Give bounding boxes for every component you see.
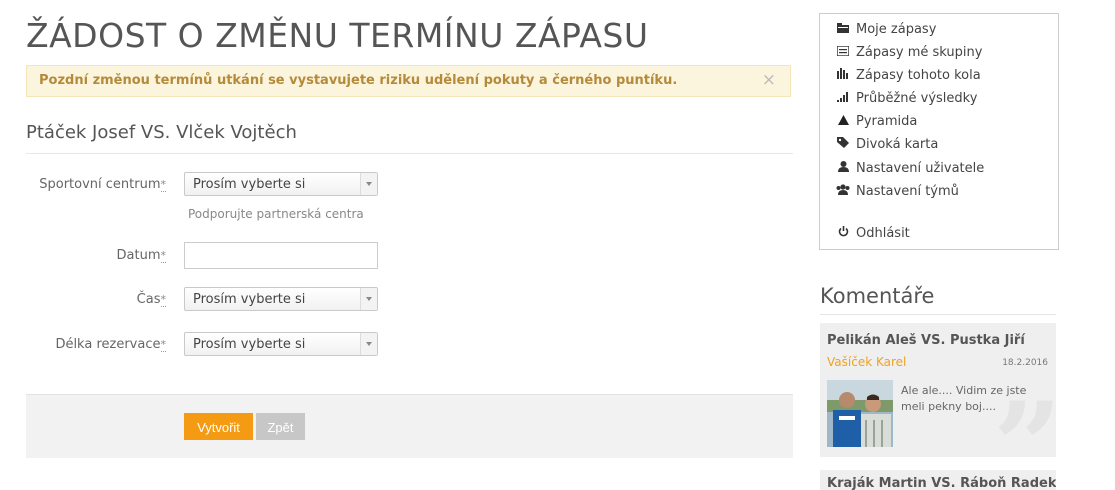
sidebar-item-my-matches[interactable]: Moje zápasy xyxy=(836,22,936,37)
sidebar-item-group-matches[interactable]: Zápasy mé skupiny xyxy=(836,45,982,60)
sidebar-item-round-matches[interactable]: Zápasy tohoto kola xyxy=(836,68,981,83)
comment-match-title[interactable]: Pelikán Aleš VS. Pustka Jiří xyxy=(827,333,1025,348)
chevron-down-icon xyxy=(360,288,377,310)
time-select[interactable]: Prosím vyberte si xyxy=(184,287,378,311)
user-icon xyxy=(836,161,850,175)
tags-icon xyxy=(836,137,850,151)
close-icon[interactable]: × xyxy=(762,70,776,90)
comment-card: ” Pelikán Aleš VS. Pustka Jiří Vašíček K… xyxy=(820,323,1056,457)
list-icon xyxy=(836,45,850,59)
select-value: Prosím vyberte si xyxy=(193,177,306,192)
chevron-down-icon xyxy=(360,333,377,355)
triangle-icon xyxy=(836,115,850,128)
power-icon xyxy=(836,226,850,240)
sidebar-item-logout[interactable]: Odhlásit xyxy=(836,226,910,241)
sport-center-help: Podporujte partnerská centra xyxy=(188,207,364,221)
sidebar-item-user-settings[interactable]: Nastavení uživatele xyxy=(836,161,984,176)
date-label: Datum* xyxy=(116,248,166,263)
comment-author[interactable]: Vašíček Karel xyxy=(827,355,906,369)
divider xyxy=(820,314,1056,315)
chevron-down-icon xyxy=(360,173,377,195)
sidebar-item-team-settings[interactable]: Nastavení týmů xyxy=(836,184,959,199)
match-title: Ptáček Josef VS. Vlček Vojtěch xyxy=(26,122,297,143)
select-value: Prosím vyberte si xyxy=(193,337,306,352)
required-marker: * xyxy=(160,178,166,192)
date-input[interactable] xyxy=(184,242,378,269)
sidebar-item-results[interactable]: Průběžné výsledky xyxy=(836,91,977,106)
back-button[interactable]: Zpět xyxy=(256,413,305,440)
sidebar-menu: Moje zápasy Zápasy mé skupiny Zápasy toh… xyxy=(819,13,1059,250)
required-marker: * xyxy=(160,338,166,352)
time-label: Čas* xyxy=(136,292,166,307)
avatar xyxy=(827,380,893,447)
comment-card: Kraják Martin VS. Ráboň Radek xyxy=(820,470,1056,490)
comment-date: 18.2.2016 xyxy=(1002,358,1048,368)
form-actions: Vytvořit Zpět xyxy=(26,394,793,458)
warning-alert: Pozdní změnou termínů utkání se vystavuj… xyxy=(26,65,791,97)
bar-chart-icon xyxy=(836,68,850,82)
comment-text: Ale ale.... Vidim ze jste meli pekny boj… xyxy=(901,384,1027,413)
signal-icon xyxy=(836,92,850,105)
sport-center-label: Sportovní centrum* xyxy=(39,177,166,192)
create-button[interactable]: Vytvořit xyxy=(184,413,253,440)
divider xyxy=(26,153,793,154)
duration-select[interactable]: Prosím vyberte si xyxy=(184,332,378,356)
folder-icon xyxy=(836,23,850,36)
comment-match-title[interactable]: Kraják Martin VS. Ráboň Radek xyxy=(827,476,1056,490)
duration-label: Délka rezervace* xyxy=(55,337,166,352)
sport-center-select[interactable]: Prosím vyberte si xyxy=(184,172,378,196)
select-value: Prosím vyberte si xyxy=(193,292,306,307)
required-marker: * xyxy=(160,249,166,263)
alert-message: Pozdní změnou termínů utkání se vystavuj… xyxy=(39,73,678,88)
users-icon xyxy=(836,184,850,198)
page-title: ŽÁDOST O ZMĚNU TERMÍNU ZÁPASU xyxy=(26,16,649,55)
comments-title: Komentáře xyxy=(820,284,935,308)
sidebar-item-pyramid[interactable]: Pyramida xyxy=(836,114,917,129)
required-marker: * xyxy=(160,293,166,307)
sidebar-item-wildcard[interactable]: Divoká karta xyxy=(836,137,938,152)
